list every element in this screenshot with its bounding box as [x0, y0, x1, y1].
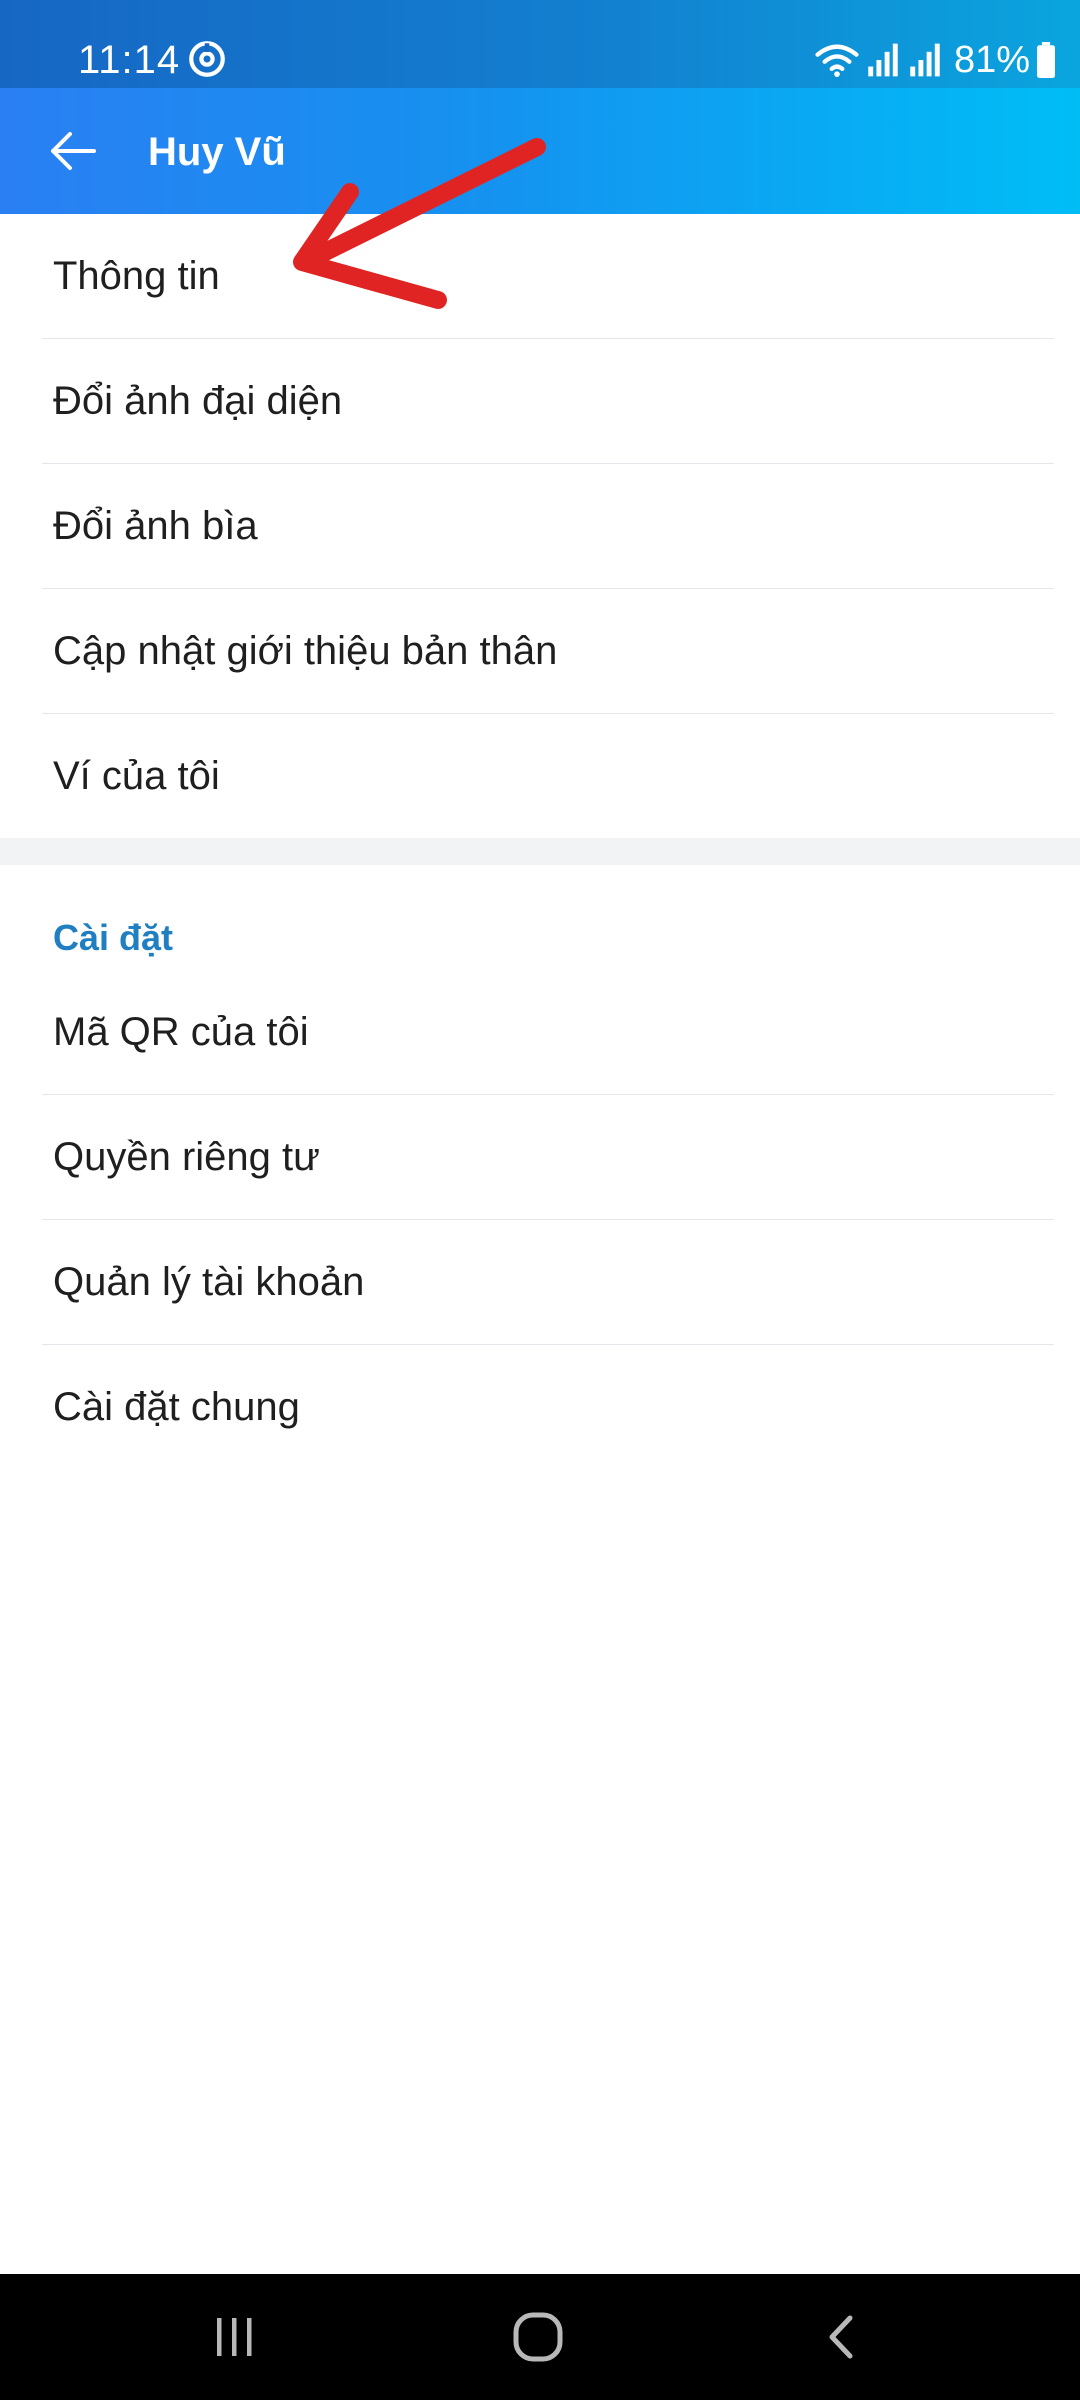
home-button[interactable] — [483, 2292, 593, 2382]
status-time: 11:14 — [78, 38, 181, 82]
menu-item-account[interactable]: Quản lý tài khoản — [0, 1220, 1080, 1345]
wifi-icon — [815, 44, 859, 77]
menu-item-thong-tin[interactable]: Thông tin — [0, 214, 1080, 339]
settings-menu: Mã QR của tôi Quyền riêng tư Quản lý tài… — [0, 970, 1080, 1470]
battery-icon — [1037, 42, 1055, 78]
signal-icon — [910, 43, 940, 77]
menu-item-privacy[interactable]: Quyền riêng tư — [0, 1095, 1080, 1220]
arrow-left-icon — [51, 132, 96, 170]
menu-item-wallet[interactable]: Ví của tôi — [0, 714, 1080, 839]
status-icons: 81% — [814, 36, 1056, 84]
menu-item-label: Cập nhật giới thiệu bản thân — [53, 629, 558, 673]
navigation-bar — [0, 2274, 1080, 2400]
menu-item-label: Quản lý tài khoản — [53, 1260, 365, 1304]
back-icon — [829, 2315, 853, 2359]
home-icon — [513, 2312, 563, 2362]
menu-item-label: Thông tin — [53, 254, 220, 298]
recent-apps-icon — [217, 2318, 252, 2356]
sync-icon — [189, 41, 225, 77]
header: 11:14 81% Huy Vũ — [0, 0, 1080, 214]
system-back-button[interactable] — [785, 2292, 895, 2382]
page-title: Huy Vũ — [148, 130, 286, 174]
menu-item-general-settings[interactable]: Cài đặt chung — [0, 1345, 1080, 1470]
recent-apps-button[interactable] — [180, 2292, 290, 2382]
menu-item-my-qr[interactable]: Mã QR của tôi — [0, 970, 1080, 1095]
menu-item-label: Ví của tôi — [53, 754, 220, 798]
menu-item-label: Quyền riêng tư — [53, 1135, 320, 1179]
back-button[interactable] — [38, 116, 108, 186]
menu-item-label: Mã QR của tôi — [53, 1010, 309, 1054]
menu-item-label: Đổi ảnh bìa — [53, 504, 258, 548]
menu-item-update-bio[interactable]: Cập nhật giới thiệu bản thân — [0, 589, 1080, 714]
menu-item-label: Cài đặt chung — [53, 1385, 300, 1429]
status-bar: 11:14 81% — [0, 0, 1080, 88]
battery-percent: 81% — [953, 39, 1030, 81]
section-header-settings: Cài đặt — [53, 917, 174, 958]
menu-item-label: Đổi ảnh đại diện — [53, 379, 343, 423]
profile-menu: Thông tin Đổi ảnh đại diện Đổi ảnh bìa C… — [0, 214, 1080, 839]
signal-icon — [868, 43, 898, 77]
section-divider — [0, 838, 1080, 865]
menu-item-change-cover[interactable]: Đổi ảnh bìa — [0, 464, 1080, 589]
app-bar: Huy Vũ — [0, 88, 1080, 214]
menu-item-change-avatar[interactable]: Đổi ảnh đại diện — [0, 339, 1080, 464]
